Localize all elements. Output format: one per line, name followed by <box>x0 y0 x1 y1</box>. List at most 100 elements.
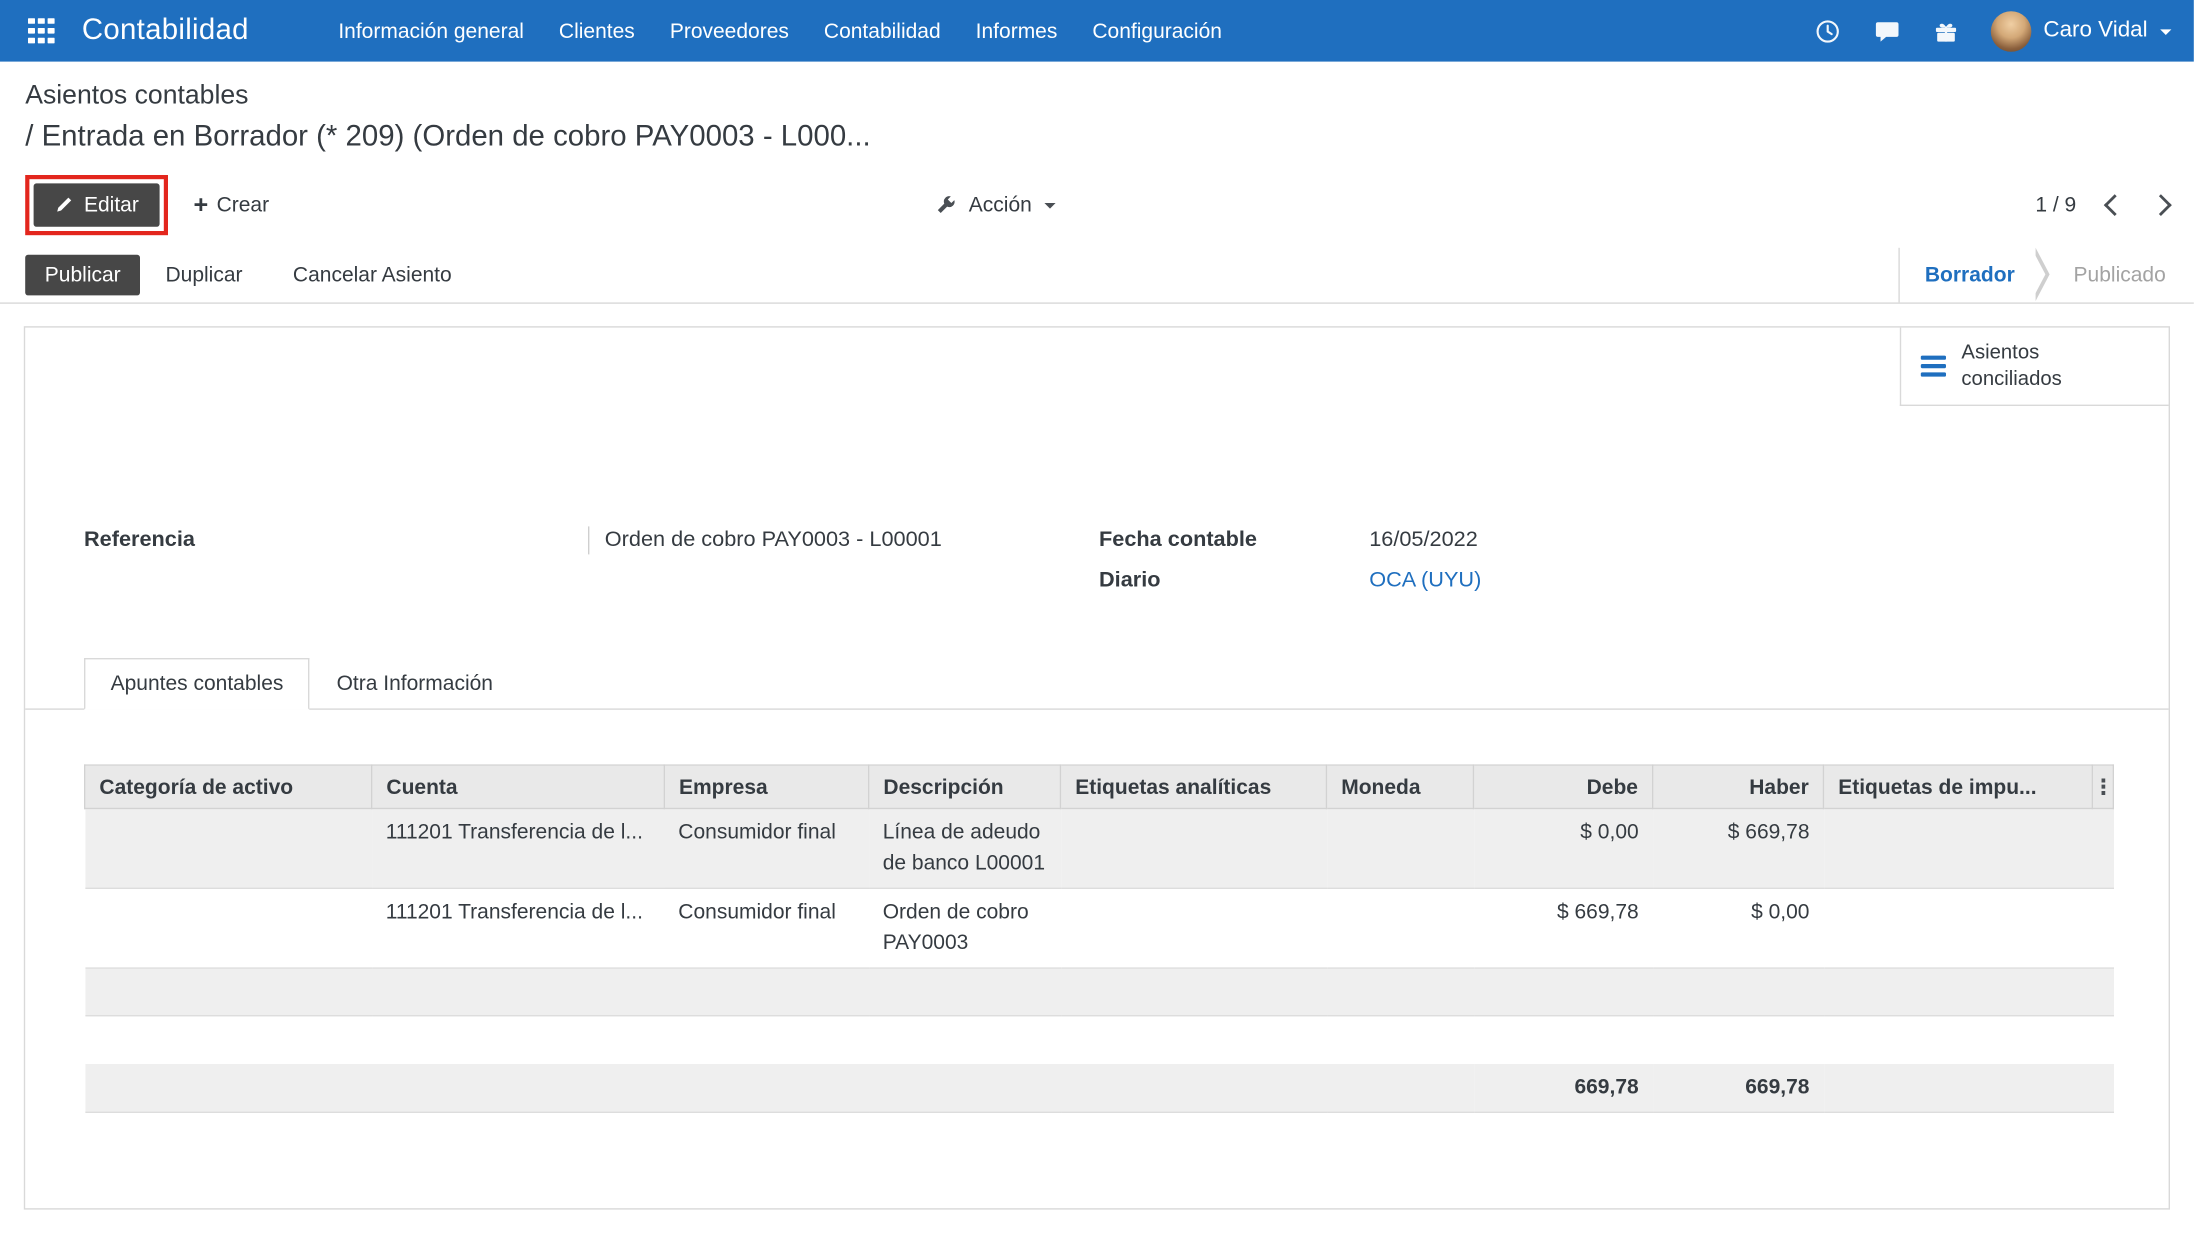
header-descripcion[interactable]: Descripción <box>869 765 1061 808</box>
cancel-entry-button[interactable]: Cancelar Asiento <box>276 255 468 296</box>
cell-descripcion: Línea de adeudo de banco L00001 <box>869 809 1061 889</box>
cell-debe: $ 0,00 <box>1474 809 1653 889</box>
cell-etiquetas-analiticas <box>1061 888 1327 968</box>
field-fecha-contable-value: 16/05/2022 <box>1369 526 1478 554</box>
tab-otra-informacion[interactable]: Otra Información <box>310 658 520 710</box>
pager-previous-button[interactable] <box>2104 194 2126 216</box>
statusbar: Borrador Publicado <box>1898 248 2194 303</box>
header-moneda[interactable]: Moneda <box>1327 765 1474 808</box>
field-referencia-label: Referencia <box>84 526 589 554</box>
publish-button[interactable]: Publicar <box>25 255 140 296</box>
edit-button[interactable]: Editar <box>34 183 160 226</box>
cell-haber: $ 669,78 <box>1653 809 1824 889</box>
header-haber[interactable]: Haber <box>1653 765 1824 808</box>
status-arrow-icon <box>2032 248 2054 303</box>
menu-informacion-general[interactable]: Información general <box>338 19 524 43</box>
status-borrador[interactable]: Borrador <box>1900 263 2032 287</box>
breadcrumb: Asientos contables / Entrada en Borrador… <box>0 62 2194 154</box>
field-diario-label: Diario <box>1099 567 1369 595</box>
cell-haber: $ 0,00 <box>1653 888 1824 968</box>
cell-cuenta: 111201 Transferencia de l... <box>372 888 665 968</box>
cell-empresa: Consumidor final <box>664 888 868 968</box>
table-row[interactable]: 111201 Transferencia de l... Consumidor … <box>85 809 2114 889</box>
breadcrumb-divider: / <box>25 120 33 152</box>
totals-row: 669,78 669,78 <box>85 1064 2114 1112</box>
pager-counter: 1 / 9 <box>2035 193 2076 217</box>
publish-button-label: Publicar <box>45 263 121 287</box>
header-empresa[interactable]: Empresa <box>664 765 868 808</box>
field-fecha-contable-label: Fecha contable <box>1099 526 1369 554</box>
pencil-icon <box>55 195 73 213</box>
user-menu[interactable]: Caro Vidal <box>1990 11 2171 52</box>
app-title[interactable]: Contabilidad <box>82 14 249 48</box>
table-row-empty <box>85 968 2114 1016</box>
header-etiquetas-analiticas[interactable]: Etiquetas analíticas <box>1061 765 1327 808</box>
hamburger-icon <box>1921 351 1946 381</box>
top-navbar: Contabilidad Información general Cliente… <box>0 0 2194 62</box>
menu-proveedores[interactable]: Proveedores <box>670 19 789 43</box>
menu-configuracion[interactable]: Configuración <box>1092 19 1222 43</box>
cell-debe: $ 669,78 <box>1474 888 1653 968</box>
cell-etiquetas-impuestos <box>1824 809 2093 889</box>
cell-empresa: Consumidor final <box>664 809 868 889</box>
menu-informes[interactable]: Informes <box>976 19 1058 43</box>
create-button[interactable]: + Crear <box>177 184 286 225</box>
status-publicado[interactable]: Publicado <box>2054 263 2194 287</box>
menu-contabilidad[interactable]: Contabilidad <box>824 19 941 43</box>
header-etiquetas-de-impuestos[interactable]: Etiquetas de impu... <box>1824 765 2093 808</box>
total-debe: 669,78 <box>1474 1064 1653 1112</box>
wrench-icon <box>935 194 956 215</box>
plus-icon: + <box>193 195 208 215</box>
action-dropdown-label: Acción <box>969 193 1032 217</box>
tab-apuntes-contables[interactable]: Apuntes contables <box>84 658 310 710</box>
cell-cuenta: 111201 Transferencia de l... <box>372 809 665 889</box>
topbar-systray: Caro Vidal <box>1814 11 2172 52</box>
cancel-entry-button-label: Cancelar Asiento <box>293 263 452 287</box>
breadcrumb-current: / Entrada en Borrador (* 209) (Orden de … <box>25 120 2168 154</box>
form-fields: Referencia Orden de cobro PAY0003 - L000… <box>25 328 2168 608</box>
table-spacer-row <box>85 1016 2114 1064</box>
gift-icon[interactable] <box>1933 18 1958 45</box>
notebook-tabs: Apuntes contables Otra Información <box>25 658 2168 710</box>
breadcrumb-parent[interactable]: Asientos contables <box>25 81 248 112</box>
action-dropdown[interactable]: Acción <box>935 193 1055 217</box>
reconciled-entries-button[interactable]: Asientos conciliados <box>1900 328 2169 406</box>
cell-moneda <box>1327 888 1474 968</box>
cell-categoria <box>85 888 372 968</box>
menu-clientes[interactable]: Clientes <box>559 19 635 43</box>
duplicate-button-label: Duplicar <box>165 263 242 287</box>
table-row[interactable]: 111201 Transferencia de l... Consumidor … <box>85 888 2114 968</box>
total-haber: 669,78 <box>1653 1064 1824 1112</box>
apps-menu-icon[interactable] <box>28 18 54 44</box>
chevron-down-icon <box>2160 29 2171 35</box>
reconciled-entries-label: Asientos conciliados <box>1961 340 2129 393</box>
cell-etiquetas-impuestos <box>1824 888 2093 968</box>
main-menu: Información general Clientes Proveedores… <box>338 19 1222 43</box>
create-button-label: Crear <box>217 193 270 217</box>
chevron-down-icon <box>1044 203 1055 209</box>
header-cuenta[interactable]: Cuenta <box>372 765 665 808</box>
journal-items-table: Categoría de activo Cuenta Empresa Descr… <box>84 764 2114 1113</box>
action-bar: Publicar Duplicar Cancelar Asiento Borra… <box>0 248 2194 304</box>
cell-moneda <box>1327 809 1474 889</box>
table-header-row: Categoría de activo Cuenta Empresa Descr… <box>85 765 2114 808</box>
table-settings-button[interactable]: ⋮ <box>2092 765 2113 808</box>
field-diario-value[interactable]: OCA (UYU) <box>1369 567 1481 595</box>
header-categoria-de-activo[interactable]: Categoría de activo <box>85 765 372 808</box>
pager: 1 / 9 <box>2035 193 2168 217</box>
cell-descripcion: Orden de cobro PAY0003 <box>869 888 1061 968</box>
header-debe[interactable]: Debe <box>1474 765 1653 808</box>
edit-button-label: Editar <box>84 193 139 217</box>
activity-clock-icon[interactable] <box>1814 18 1841 45</box>
pager-next-button[interactable] <box>2150 194 2172 216</box>
cell-categoria <box>85 809 372 889</box>
cell-etiquetas-analiticas <box>1061 809 1327 889</box>
user-name: Caro Vidal <box>2043 18 2147 43</box>
messages-icon[interactable] <box>1873 18 1901 45</box>
field-referencia-value: Orden de cobro PAY0003 - L00001 <box>588 526 942 554</box>
edit-button-highlight: Editar <box>25 174 168 234</box>
form-sheet: Asientos conciliados Referencia Orden de… <box>24 326 2170 1209</box>
user-avatar <box>1990 11 2031 52</box>
breadcrumb-current-title: Entrada en Borrador (* 209) (Orden de co… <box>42 120 871 152</box>
duplicate-button[interactable]: Duplicar <box>149 255 260 296</box>
